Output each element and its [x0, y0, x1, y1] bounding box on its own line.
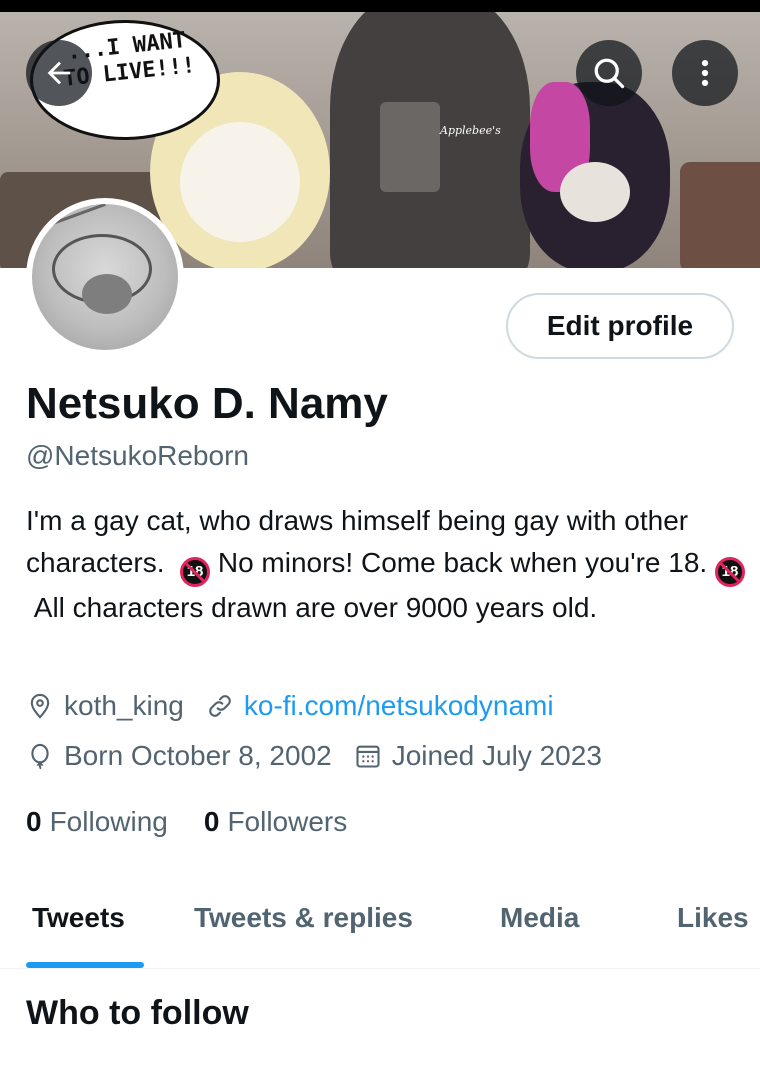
no-minors-icon: 18 [714, 557, 745, 587]
section-heading-who-to-follow: Who to follow [26, 994, 249, 1032]
tab-likes[interactable]: Likes [677, 902, 749, 934]
following-link[interactable]: 0 Following [26, 806, 168, 838]
search-button[interactable] [576, 40, 642, 106]
more-options-button[interactable] [672, 40, 738, 106]
tab-media[interactable]: Media [500, 902, 579, 934]
tab-tweets-replies[interactable]: Tweets & replies [194, 902, 413, 934]
bio-text: No minors! Come back when you're 18. [217, 547, 708, 578]
profile-meta-row: Born October 8, 2002 Joined July 2023 [26, 740, 624, 772]
profile-meta-row: koth_king ko-fi.com/netsukodynami [26, 690, 576, 722]
arrow-left-icon [47, 61, 71, 85]
avatar-sketch-shade [82, 274, 132, 314]
bio-text: All characters drawn are over 9000 years… [33, 592, 598, 623]
follow-stats: 0 Following 0 Followers [26, 806, 383, 838]
edit-profile-button[interactable]: Edit profile [506, 293, 734, 359]
no-minors-icon: 18 [180, 557, 211, 587]
followers-count: 0 [203, 806, 220, 837]
birthday-text: Born October 8, 2002 [64, 740, 332, 771]
more-vertical-icon [701, 59, 709, 87]
banner-shape [680, 162, 760, 268]
location: koth_king [26, 690, 184, 722]
calendar-icon [356, 745, 380, 768]
avatar-image [32, 204, 178, 350]
banner-shape [180, 122, 300, 242]
back-button[interactable] [26, 40, 92, 106]
profile-tabs: Tweets Tweets & replies Media Likes [0, 880, 760, 970]
user-handle: @NetsukoReborn [26, 440, 249, 471]
followers-label: Followers [227, 806, 348, 837]
balloon-icon [31, 743, 49, 770]
location-text: koth_king [64, 690, 184, 721]
shirt-logo-text: Applebee's [440, 124, 501, 137]
tab-tweets[interactable]: Tweets [32, 902, 125, 934]
birthday: Born October 8, 2002 [26, 740, 332, 772]
banner-shape [560, 162, 630, 222]
divider [0, 968, 760, 969]
banner-shape [380, 102, 440, 192]
joined-text: Joined July 2023 [391, 740, 602, 771]
status-bar [0, 0, 760, 12]
followers-link[interactable]: 0 Followers [204, 806, 347, 838]
display-name: Netsuko D. Namy [26, 379, 388, 428]
link-icon [209, 695, 231, 717]
following-label: Following [49, 806, 168, 837]
website-link[interactable]: ko-fi.com/netsukodynami [244, 690, 554, 722]
website: ko-fi.com/netsukodynami [206, 690, 554, 722]
search-icon [594, 58, 625, 89]
following-count: 0 [26, 806, 42, 837]
joined-date: Joined July 2023 [354, 740, 602, 772]
avatar[interactable] [26, 198, 184, 356]
profile-bio: I'm a gay cat, who draws himself being g… [26, 500, 746, 629]
location-pin-icon [30, 693, 50, 719]
